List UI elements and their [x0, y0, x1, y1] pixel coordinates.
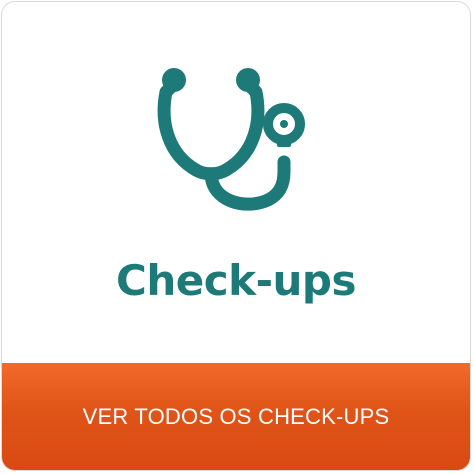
view-all-checkups-label: VER TODOS OS CHECK-UPS [82, 403, 390, 429]
view-all-checkups-button[interactable]: VER TODOS OS CHECK-UPS [2, 363, 470, 470]
checkups-card[interactable]: Check-ups VER TODOS OS CHECK-UPS [1, 1, 471, 471]
card-title: Check-ups [116, 256, 356, 305]
stethoscope-icon [157, 68, 305, 211]
icon-container [2, 62, 470, 222]
